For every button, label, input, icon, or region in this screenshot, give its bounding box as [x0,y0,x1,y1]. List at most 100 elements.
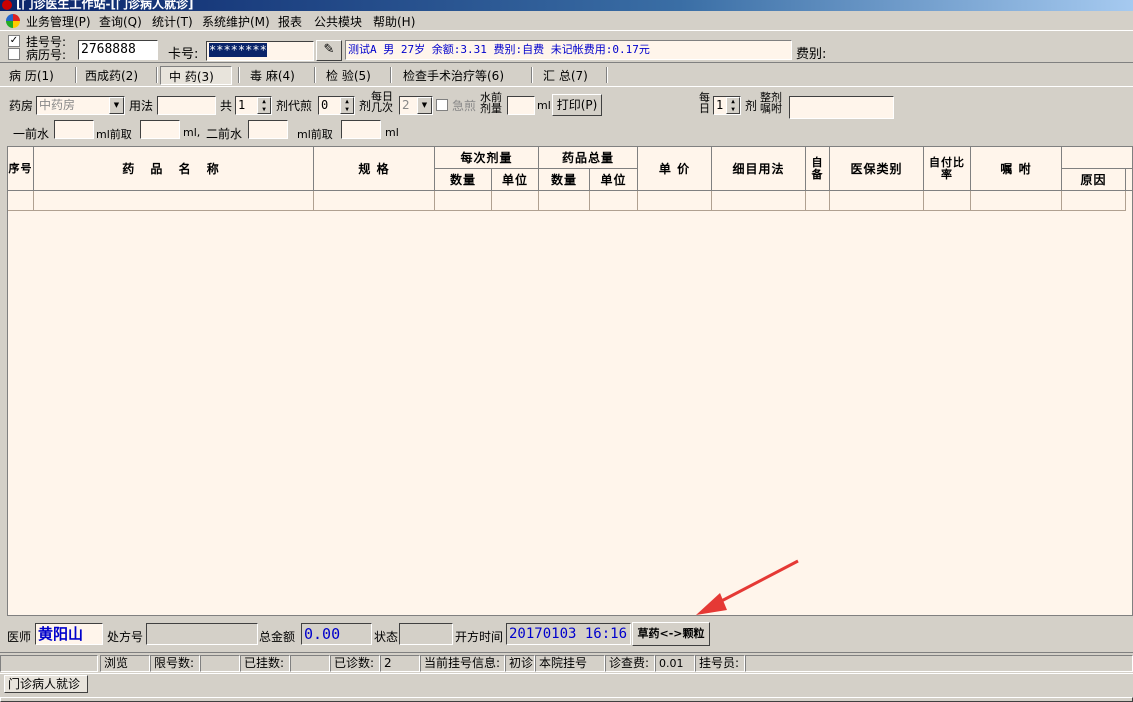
status-fee-value: 0.01 [655,655,695,672]
table-cell[interactable] [806,191,830,211]
per-day-stepper[interactable]: 1 ▲ ▼ [713,96,741,115]
table-cell[interactable] [539,191,590,211]
status-fee-label: 诊查费: [605,655,655,672]
spinner-icon[interactable]: ▲ ▼ [257,97,271,114]
header-usage: 细目用法 [712,147,806,191]
pharmacy-select[interactable]: 中药房 ▼ [36,96,125,115]
doctor-name-field[interactable]: 黄阳山 [35,623,103,645]
chevron-down-icon[interactable]: ▼ [417,97,432,114]
ml-unit: ml [537,99,551,112]
tab-medical-record[interactable]: 病 历(1) [9,66,54,85]
first-decoct-water-input[interactable] [54,120,94,139]
decoct-dose-stepper[interactable]: 0 ▲ ▼ [318,96,355,115]
usage-input[interactable] [157,96,216,115]
status-registrar-value [745,655,1133,672]
table-cell[interactable] [34,191,314,211]
task-outpatient-visit[interactable]: 门诊病人就诊 [4,675,88,693]
second-decoct-water-input[interactable] [248,120,288,139]
tab-western-medicine[interactable]: 西成药(2) [85,66,138,85]
print-button[interactable]: 打印(P) [552,94,602,116]
table-cell[interactable] [830,191,924,211]
urgent-label: 急煎 [452,99,477,113]
fee-type-label: 费别: [796,47,827,62]
menu-bar: 业务管理(P) 查询(Q) 统计(T) 系统维护(M) 报表 公共模块 帮助(H… [0,11,1133,31]
usage-label: 用法 [129,99,154,113]
status-first-visit: 初诊 [505,655,535,672]
table-cell[interactable] [314,191,435,211]
table-cell[interactable] [8,191,34,211]
water-dose-input[interactable] [507,96,535,115]
menu-help[interactable]: 帮助(H) [373,13,415,30]
header-price: 单 价 [638,147,712,191]
menu-public[interactable]: 公共模块 [314,13,362,30]
header-reason: 原因 [1062,169,1126,191]
menu-query[interactable]: 查询(Q) [99,13,142,30]
card-number-input[interactable]: ******** [206,41,314,61]
herb-granule-switch-button[interactable]: 草药<->颗粒 [632,622,710,646]
divider [0,62,1133,63]
window-title: [门诊医生工作站-[门诊病人就诊] [16,0,194,11]
app-logo-icon [6,14,20,28]
state-field [399,623,453,645]
register-checkbox[interactable]: ✓ [8,35,20,47]
header-unit2: 单位 [590,169,638,191]
second-take-input[interactable] [341,120,381,139]
tab-narcotics[interactable]: 毒 麻(4) [250,66,295,85]
ml-comma-label: ml, [183,126,201,139]
header-per-dose: 每次剂量 [435,147,539,169]
header-seq: 序号 [8,147,34,191]
total-dose-stepper[interactable]: 1 ▲ ▼ [235,96,272,115]
pharmacy-value: 中药房 [39,98,76,112]
table-cell[interactable] [971,191,1062,211]
card-label: 卡号: [168,47,199,62]
second-decoct-water-label: 二前水 [206,127,243,141]
rx-time-field: 20170103 16:16 [506,623,631,645]
status-diagnosed-value: 2 [380,655,420,672]
spinner-icon[interactable]: ▲ ▼ [340,97,354,114]
table-cell[interactable] [638,191,712,211]
spinner-icon[interactable]: ▲ ▼ [726,97,740,114]
table-cell[interactable] [492,191,539,211]
menu-statistics[interactable]: 统计(T) [152,13,193,30]
urgent-checkbox[interactable] [436,99,448,111]
rx-number-label: 处方号 [107,630,144,644]
status-registrar-label: 挂号员: [695,655,745,672]
rx-time-label: 开方时间 [455,630,504,644]
status-limit-label: 限号数: [150,655,200,672]
first-take-input[interactable] [140,120,180,139]
patient-number-input[interactable]: 2768888 [78,40,158,60]
status-diagnosed-label: 已诊数: [330,655,380,672]
card-reader-button[interactable]: ✎ [316,40,342,61]
daily-times-value: 2 [402,98,410,112]
tab-separator [390,67,392,83]
chevron-down-icon[interactable]: ▼ [109,97,124,114]
ml-unit-2: ml [385,126,399,139]
tab-chinese-medicine[interactable]: 中 药(3) [160,66,232,85]
header-total-qty: 药品总量 [539,147,638,169]
record-checkbox[interactable] [8,48,20,60]
header-self-prep: 自备 [806,147,830,191]
total-amount-field: 0.00 [301,623,372,645]
rx-number-field[interactable] [146,623,258,645]
menu-reports[interactable]: 报表 [278,13,302,30]
header-insurance: 医保类别 [830,147,924,191]
menu-business[interactable]: 业务管理(P) [26,13,91,30]
table-cell[interactable] [435,191,492,211]
table-cell[interactable] [590,191,638,211]
tab-exam-surgery[interactable]: 检查手术治疗等(6) [403,66,504,85]
first-decoct-water-label: 一前水 [13,127,50,141]
tab-lab-test[interactable]: 检 验(5) [326,66,371,85]
daily-times-select[interactable]: 2 ▼ [399,96,433,115]
water-dose-label: 水前剂量 [480,91,502,115]
table-cell[interactable] [1062,191,1126,211]
header-qty: 数量 [435,169,492,191]
table-cell[interactable] [924,191,971,211]
status-registered-label: 已挂数: [240,655,290,672]
menu-maintenance[interactable]: 系统维护(M) [202,13,270,30]
tab-summary[interactable]: 汇 总(7) [543,66,588,85]
total-amount-label: 总金额 [259,630,296,644]
tab-separator [531,67,533,83]
whole-dose-input[interactable] [789,96,894,119]
app-icon [2,0,12,10]
table-cell[interactable] [712,191,806,211]
